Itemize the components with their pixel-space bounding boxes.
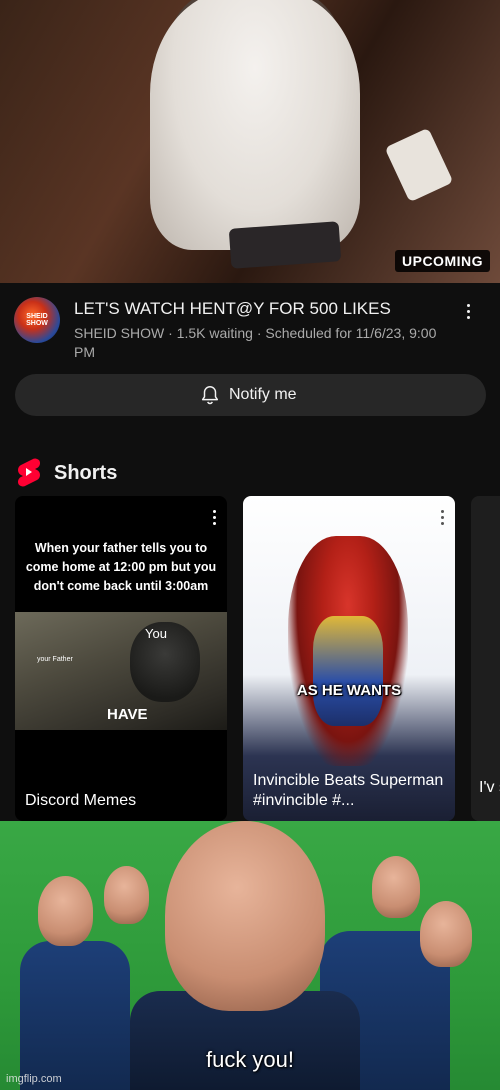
video-thumbnail[interactable]: UPCOMING [0, 0, 500, 283]
short-meme-text: When your father tells you to come home … [25, 541, 217, 593]
watermark: imgflip.com [6, 1073, 62, 1085]
video-info: SHEID SHOW LET'S WATCH HENT@Y FOR 500 LI… [0, 283, 500, 363]
notify-me-button[interactable]: Notify me [15, 374, 486, 416]
short-card[interactable]: AS HE WANTS Invincible Beats Superman #i… [243, 496, 455, 821]
overlay-text: AS HE WANTS [296, 682, 402, 699]
figure-head [38, 876, 93, 946]
bell-icon [201, 386, 219, 405]
channel-avatar[interactable]: SHEID SHOW [14, 297, 60, 343]
short-title: Discord Memes [25, 792, 137, 809]
video-meta: SHEID SHOW · 1.5K waiting · Scheduled fo… [74, 325, 437, 360]
thumbnail-art [313, 616, 383, 726]
overlay-text: You [145, 626, 167, 641]
short-title: Invincible Beats Superman #invincible #.… [253, 772, 444, 809]
short-card[interactable]: I'v str [471, 496, 500, 821]
meme-image: fuck you! imgflip.com [0, 821, 500, 1090]
figure-head [165, 821, 325, 1011]
figure-head [372, 856, 420, 918]
figure-head [420, 901, 472, 967]
shorts-header: Shorts [16, 457, 216, 489]
short-title: I'v str [479, 779, 500, 796]
overlay-text: your Father [37, 656, 73, 663]
thumbnail-figure [150, 0, 360, 250]
upcoming-badge: UPCOMING [395, 250, 490, 272]
video-title[interactable]: LET'S WATCH HENT@Y FOR 500 LIKES [74, 299, 391, 319]
avatar-text: SHEID SHOW [26, 313, 48, 327]
short-card[interactable]: When your father tells you to come home … [15, 496, 227, 821]
figure-head [104, 866, 149, 924]
more-vert-icon[interactable] [213, 510, 217, 526]
short-thumbnail: You your Father HAVE [15, 612, 227, 730]
shorts-heading: Shorts [54, 462, 118, 484]
overlay-text: HAVE [107, 706, 148, 723]
thumbnail-detail [228, 221, 342, 269]
meme-subtitle: fuck you! [205, 1047, 295, 1072]
more-vert-icon[interactable] [441, 510, 445, 526]
more-vert-icon[interactable] [460, 301, 476, 325]
thumbnail-detail [384, 127, 454, 203]
youtube-shorts-icon [18, 458, 40, 487]
notify-me-label: Notify me [229, 386, 297, 403]
